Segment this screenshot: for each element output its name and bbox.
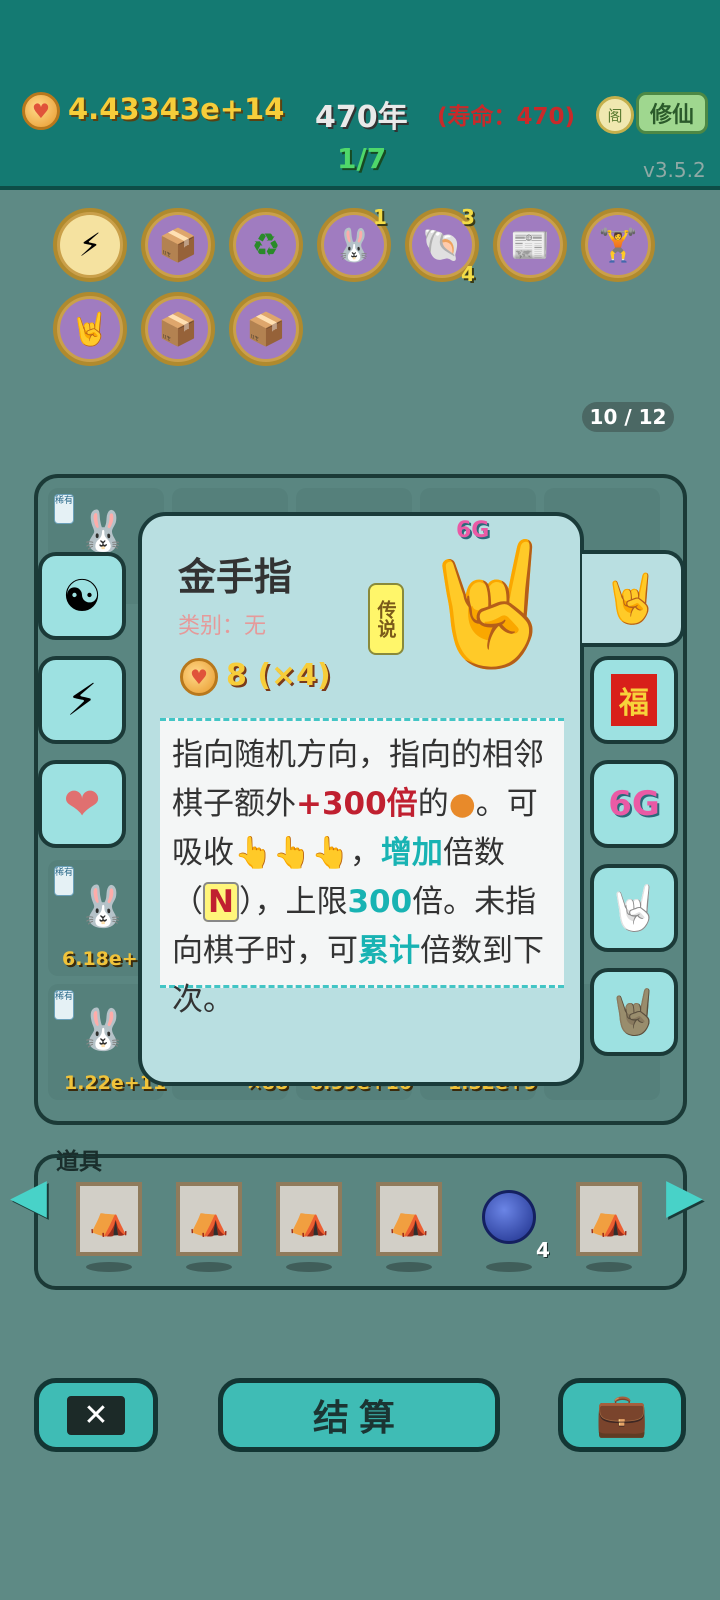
relic-cost: 8 (×4) [226, 658, 331, 693]
white-hand-icon: 👆 [272, 835, 312, 871]
yellow-hand-icon: 👆 [234, 835, 273, 871]
desc-bonus: +300倍 [296, 786, 418, 822]
briefcase-icon: 💼 [595, 1390, 649, 1439]
bunny-icon: 🐰 [78, 509, 128, 555]
relic-lightning-icon[interactable]: ⚡ [53, 208, 127, 282]
relic-count: 1 [373, 205, 387, 229]
cultivate-button[interactable]: 修仙 [636, 92, 708, 134]
settle-label: 结算 [312, 1398, 405, 1439]
relic-recycle-icon[interactable]: ♻ [229, 208, 303, 282]
lightning-icon: ⚡ [60, 215, 120, 275]
6g-icon: 6G [608, 784, 660, 824]
relic-pager: 10 / 12 [582, 402, 674, 432]
rarity-tag: 稀有 [54, 866, 74, 896]
rock-hand-icon: 🤘 [60, 299, 120, 359]
item-shadow [86, 1262, 132, 1272]
year-value: 470年 [315, 100, 408, 135]
relic-count: 3 [461, 205, 475, 229]
relic-description: 指向随机方向，指向的相邻棋子额外+300倍的●。可吸收👆👆👆，增加倍数（ N ），上… [160, 718, 564, 1018]
coin-icon: ♥ [180, 658, 218, 696]
item-shadow [486, 1262, 532, 1272]
item-slot[interactable]: ⛺ [576, 1182, 642, 1256]
round-counter: 1/7 [337, 142, 387, 175]
item-slot[interactable]: ⛺ [376, 1182, 442, 1256]
blueberry-icon[interactable] [482, 1190, 536, 1244]
relic-time-magazine-icon[interactable]: 📰 [493, 208, 567, 282]
white-rock-hand-icon: 🤘 [606, 883, 662, 934]
tent-card-icon: ⛺ [589, 1200, 629, 1238]
rarity-tag: 稀有 [54, 494, 74, 524]
side-fu-button[interactable]: 福 [590, 656, 678, 744]
dumbbell-icon: 🏋 [588, 215, 648, 275]
cell-value: 6.18e+ [62, 948, 138, 970]
items-prev-arrow-icon[interactable]: ◀ [10, 1168, 47, 1224]
close-icon: ✕ [67, 1395, 125, 1435]
tent-card-icon: ⛺ [389, 1200, 429, 1238]
side-liver-button[interactable]: ❤ [38, 760, 126, 848]
time-magazine-icon: 📰 [500, 215, 560, 275]
recycle-icon: ♻ [236, 215, 296, 275]
item-slot[interactable]: ⛺ [76, 1182, 142, 1256]
item-shadow [586, 1262, 632, 1272]
brown-rock-hand-icon: 🤘 [606, 987, 662, 1038]
item-shadow [286, 1262, 332, 1272]
tent-card-icon: ⛺ [289, 1200, 329, 1238]
tissue-box-icon: 📦 [148, 215, 208, 275]
tent-card-icon: ⛺ [89, 1200, 129, 1238]
items-next-arrow-icon[interactable]: ▶ [666, 1168, 703, 1224]
brown-hand-icon: 👆 [311, 835, 350, 871]
money-value: 4.43343e+14 [68, 92, 285, 126]
pavilion-icon[interactable]: 阁 [596, 96, 634, 134]
relic-dumbbell-icon[interactable]: 🏋 [581, 208, 655, 282]
golden-finger-icon: 🤘 [415, 535, 565, 674]
fu-icon: 福 [611, 674, 657, 726]
side-brown-rock-hand-button[interactable]: 🤘 [590, 968, 678, 1056]
item-count: 4 [536, 1238, 550, 1262]
settle-button[interactable]: 结算 [218, 1378, 500, 1452]
relic-tissue-box-icon[interactable]: 📦 [141, 292, 215, 366]
item-slot[interactable]: ⛺ [276, 1182, 342, 1256]
coin-icon: ● [448, 786, 476, 822]
items-label: 道具 [56, 1149, 102, 1175]
discard-button[interactable]: ✕ [34, 1378, 158, 1452]
item-shadow [186, 1262, 232, 1272]
relic-title: 金手指 [178, 555, 293, 599]
rarity-badge: 传说 [368, 583, 404, 655]
desc-accumulate: 累计 [358, 933, 420, 969]
lightning-icon: ⚡ [66, 674, 98, 726]
relic-category: 类别：无 [178, 614, 267, 639]
item-shadow [386, 1262, 432, 1272]
side-yin-yang-button[interactable]: ☯ [38, 552, 126, 640]
desc-increase: 增加 [380, 835, 443, 871]
side-6g-button[interactable]: 6G [590, 760, 678, 848]
desc-limit: 300 [347, 884, 413, 920]
yin-yang-icon: ☯ [62, 570, 102, 622]
version-label: v3.5.2 [643, 158, 706, 182]
bunny-icon: 🐰 [78, 884, 128, 930]
relic-tissue-box-icon[interactable]: 📦 [141, 208, 215, 282]
tissue-box-icon: 📦 [236, 299, 296, 359]
relic-rock-hand-icon[interactable]: 🤘 [53, 292, 127, 366]
desc-text: ），上限 [238, 884, 348, 920]
popup-tab-rock-hand-icon[interactable]: 🤘 [582, 550, 685, 647]
bag-button[interactable]: 💼 [558, 1378, 686, 1452]
liver-icon: ❤ [63, 778, 101, 830]
lifespan-value: (寿命：470) [437, 104, 576, 130]
side-white-rock-hand-button[interactable]: 🤘 [590, 864, 678, 952]
tent-card-icon: ⛺ [189, 1200, 229, 1238]
tissue-box-icon: 📦 [148, 299, 208, 359]
rarity-tag: 稀有 [54, 990, 74, 1020]
bunny-icon: 🐰 [78, 1007, 128, 1053]
item-slot[interactable]: ⛺ [176, 1182, 242, 1256]
desc-n: N [203, 882, 239, 922]
relic-count-secondary: 4 [461, 262, 475, 286]
relic-tissue-box-icon[interactable]: 📦 [229, 292, 303, 366]
coin-icon: ♥ [22, 92, 60, 130]
desc-text: 的 [417, 786, 449, 822]
desc-text: ， [349, 835, 381, 871]
side-lightning-button[interactable]: ⚡ [38, 656, 126, 744]
